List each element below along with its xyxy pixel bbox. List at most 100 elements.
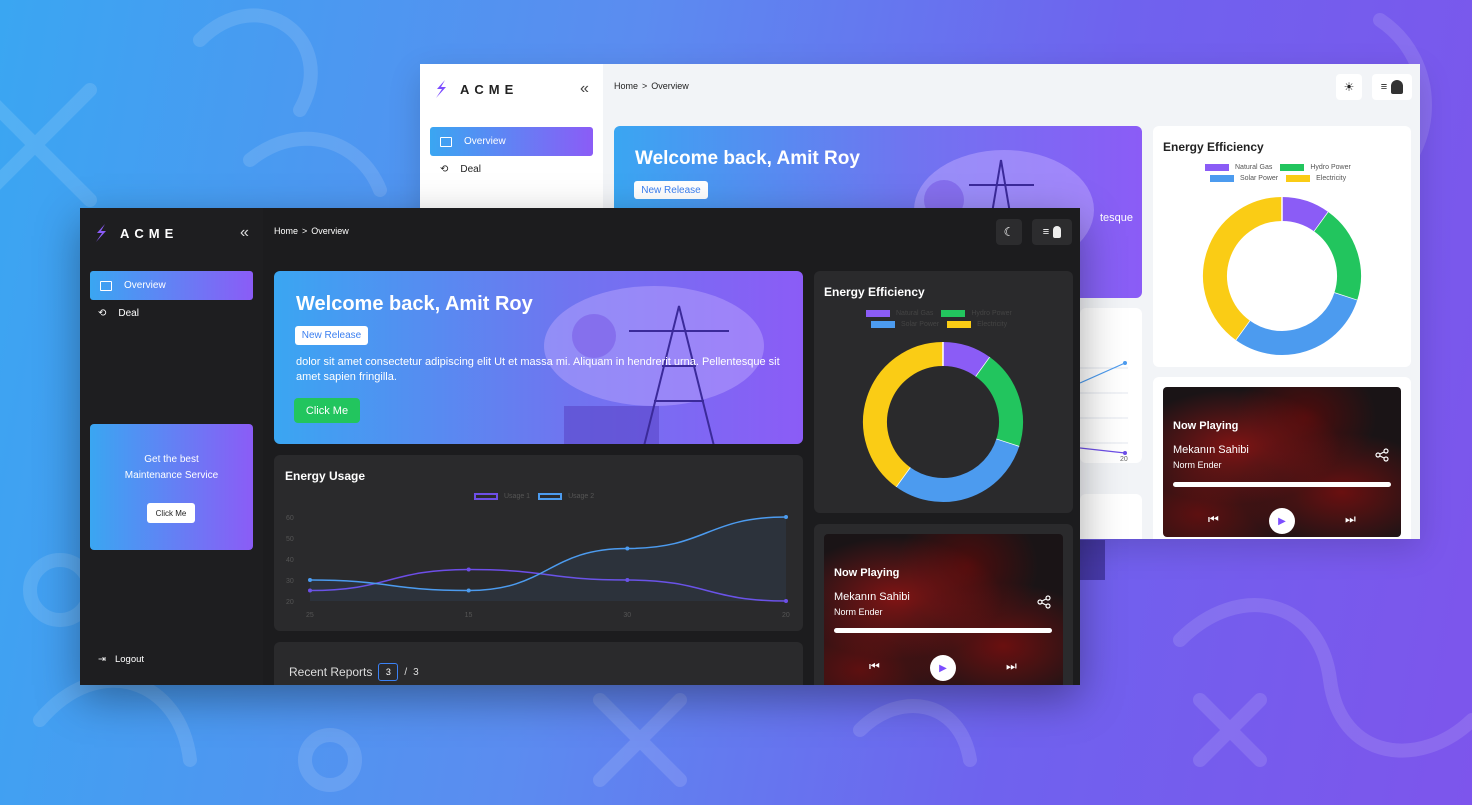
next-track-icon[interactable]: ⏭: [1345, 512, 1356, 527]
legend-item[interactable]: Natural Gas: [1205, 164, 1272, 171]
overview-icon: [100, 280, 112, 291]
user-menu-button[interactable]: ≡: [1372, 74, 1412, 100]
sidebar-item-deal[interactable]: ⟲ Deal: [440, 164, 481, 175]
energy-efficiency-card: Energy Efficiency Natural Gas Hydro Powe…: [814, 271, 1073, 513]
legend-item[interactable]: Natural Gas: [866, 310, 933, 317]
avatar: [1053, 226, 1062, 238]
share-icon[interactable]: [1375, 448, 1389, 462]
reports-card-light: [1080, 494, 1142, 539]
recent-reports-header: Recent Reports 3 / 3: [289, 663, 419, 681]
now-playing-label: Now Playing: [834, 567, 900, 579]
theme-toggle-button[interactable]: ☾: [996, 219, 1022, 245]
sun-icon: ☀: [1343, 80, 1355, 94]
logout-icon: ⇥: [98, 654, 106, 665]
sidebar-item-overview[interactable]: Overview: [90, 271, 253, 300]
breadcrumb-current: Overview: [311, 226, 349, 236]
donut-slice-hydro-power[interactable]: [1313, 212, 1361, 301]
donut-slice-electricity[interactable]: [1203, 197, 1283, 340]
now-playing-label: Now Playing: [1173, 420, 1239, 432]
promo-click-button[interactable]: Click Me: [147, 503, 195, 523]
x-tick-label: 20: [782, 612, 790, 619]
song-title: Mekanın Sahibi: [1173, 444, 1249, 456]
sidebar-item-overview[interactable]: Overview: [430, 127, 593, 156]
recent-reports-card: Recent Reports 3 / 3: [274, 642, 803, 685]
breadcrumb-separator: >: [302, 226, 308, 236]
donut-slice-natural-gas[interactable]: [942, 342, 991, 377]
previous-track-icon[interactable]: ⏮: [1208, 512, 1219, 527]
donut-slice-solar-power[interactable]: [1235, 292, 1358, 355]
breadcrumb: Home > Overview: [614, 81, 689, 91]
play-icon: ▶: [939, 662, 947, 674]
data-point[interactable]: [308, 578, 312, 582]
play-button[interactable]: ▶: [1269, 508, 1295, 534]
brand-name: ACME: [460, 81, 519, 97]
user-menu-button[interactable]: ≡: [1032, 219, 1072, 245]
artist-name: Norm Ender: [834, 607, 883, 617]
legend-item[interactable]: Hydro Power: [1280, 164, 1351, 171]
dark-theme-window: ACME « Overview ⟲ Deal Get the best Main…: [80, 208, 1080, 685]
sidebar-item-label: Overview: [464, 136, 506, 147]
energy-usage-title: Energy Usage: [285, 469, 366, 483]
energy-efficiency-title: Energy Efficiency: [1163, 140, 1264, 154]
next-track-icon[interactable]: ⏭: [1006, 659, 1017, 674]
share-icon[interactable]: [1037, 595, 1051, 609]
data-point[interactable]: [784, 515, 788, 519]
energy-usage-chart-fragment: 20: [1080, 361, 1128, 463]
legend-item[interactable]: Solar Power: [1210, 175, 1278, 182]
welcome-title: Welcome back, Amit Roy: [296, 293, 533, 315]
promo-text: Get the best Maintenance Service: [90, 452, 253, 484]
artist-name: Norm Ender: [1173, 460, 1222, 470]
theme-toggle-button[interactable]: ☀: [1336, 74, 1362, 100]
logout-label: Logout: [114, 654, 145, 665]
collapse-sidebar-button[interactable]: «: [580, 80, 589, 98]
energy-usage-card: Energy Usage Usage 1 Usage 2 60 50 40 30 20 2…: [274, 455, 803, 631]
x-tick-label: 20: [1120, 456, 1128, 463]
promo-line-1: Get the best: [144, 454, 199, 465]
breadcrumb-separator: >: [642, 81, 648, 91]
donut-slice-electricity[interactable]: [863, 342, 944, 487]
energy-efficiency-donut: [1203, 197, 1361, 355]
x-tick-label: 25: [306, 612, 314, 619]
deal-icon: ⟲: [98, 308, 107, 319]
legend-item[interactable]: Electricity: [1286, 175, 1346, 182]
logout-button[interactable]: ⇥ Logout: [98, 654, 144, 665]
data-point[interactable]: [466, 567, 471, 572]
play-button[interactable]: ▶: [930, 655, 956, 681]
sidebar-item-label: Deal: [118, 308, 139, 319]
now-playing-card-light: Now Playing Mekanın Sahibi Norm Ender ⏮ …: [1153, 377, 1411, 539]
legend-item[interactable]: Hydro Power: [941, 310, 1012, 317]
brand-logo: ACME: [94, 224, 178, 242]
page-number-input[interactable]: 3: [378, 663, 399, 681]
data-point[interactable]: [625, 546, 630, 551]
progress-bar[interactable]: [1173, 482, 1391, 487]
brand-logo: ACME: [434, 80, 518, 98]
legend-item[interactable]: Solar Power: [871, 321, 939, 328]
progress-bar[interactable]: [834, 628, 1052, 633]
donut-slice-hydro-power[interactable]: [975, 357, 1023, 447]
sidebar: ACME « Overview ⟲ Deal Get the best Main…: [80, 208, 263, 685]
sidebar-item-deal[interactable]: ⟲ Deal: [98, 308, 139, 319]
breadcrumb-home[interactable]: Home: [274, 226, 298, 236]
data-point: [1123, 361, 1127, 365]
collapse-sidebar-button[interactable]: «: [240, 224, 249, 242]
breadcrumb-home[interactable]: Home: [614, 81, 638, 91]
hero-click-button[interactable]: Click Me: [294, 398, 360, 423]
recent-reports-title: Recent Reports: [289, 665, 373, 679]
data-point[interactable]: [466, 588, 471, 593]
energy-efficiency-legend: Natural Gas Hydro Power Solar Power Elec…: [866, 310, 1056, 328]
song-title: Mekanın Sahibi: [834, 591, 910, 603]
deal-icon: ⟲: [440, 164, 449, 175]
album-art-background: Now Playing Mekanın Sahibi Norm Ender ⏮ …: [1163, 387, 1401, 537]
legend-item[interactable]: Electricity: [947, 321, 1007, 328]
donut-slice-natural-gas[interactable]: [1281, 197, 1329, 232]
energy-efficiency-title: Energy Efficiency: [824, 285, 925, 299]
previous-track-icon[interactable]: ⏮: [869, 659, 880, 674]
breadcrumb-current: Overview: [651, 81, 689, 91]
legend-item[interactable]: Usage 2: [538, 493, 594, 500]
donut-slice-solar-power[interactable]: [895, 438, 1020, 502]
y-tick-label: 20: [286, 599, 294, 606]
legend-item[interactable]: Usage 1: [474, 493, 530, 500]
page-separator: /: [404, 666, 408, 678]
welcome-title: Welcome back, Amit Roy: [635, 148, 860, 169]
sidebar-item-label: Overview: [124, 280, 166, 291]
